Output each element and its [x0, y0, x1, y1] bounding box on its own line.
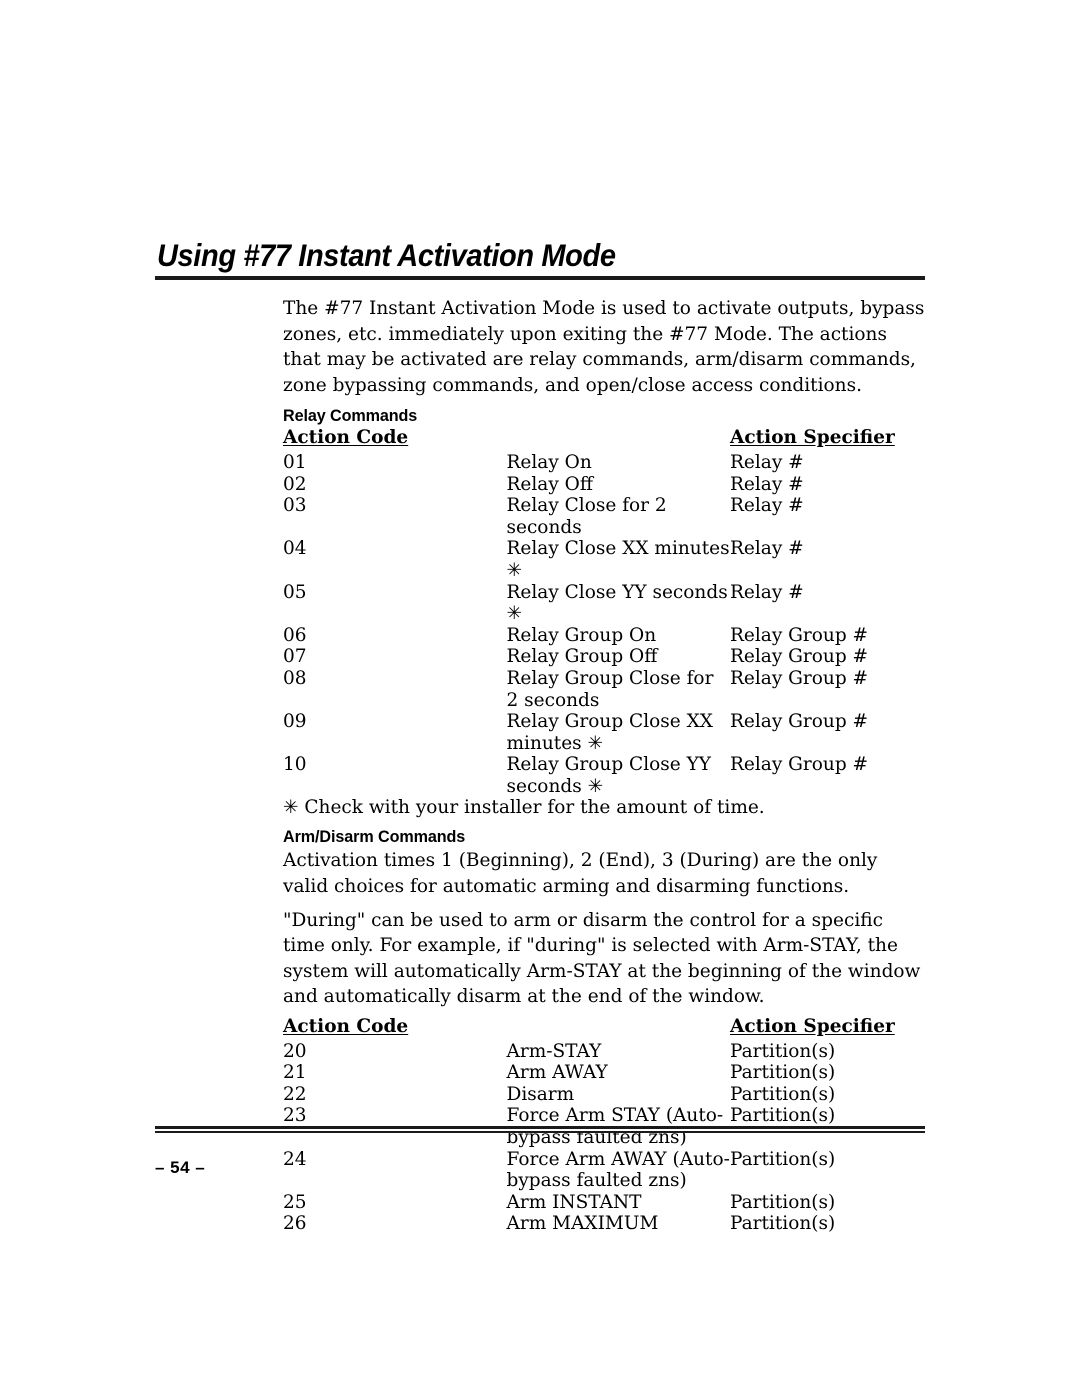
- cell-action-code: 02: [283, 473, 307, 495]
- arm-disarm-paragraph-1: Activation times 1 (Beginning), 2 (End),…: [283, 850, 878, 898]
- cell-action-code: 20: [283, 1040, 307, 1062]
- footer-divider-thin: [155, 1131, 925, 1133]
- column-header-action-specifier: Action Specifier: [730, 1016, 895, 1038]
- section-heading-arm-disarm-commands: Arm/Disarm Commands: [283, 827, 466, 847]
- cell-description: Relay Close XX minutes ✳: [506, 538, 730, 581]
- cell-action-specifier: Relay #: [730, 495, 804, 517]
- section-heading-relay-commands: Relay Commands: [283, 406, 418, 426]
- column-header-action-code: Action Code: [283, 427, 409, 449]
- table-row: 20 Arm-STAY Partition(s): [283, 1041, 928, 1063]
- cell-action-specifier: Partition(s): [730, 1213, 836, 1235]
- title-block: Using #77 Instant Activation Mode: [155, 237, 925, 281]
- title-divider: [155, 276, 925, 281]
- table-header-row: Action Code Action Specifier: [283, 427, 928, 452]
- table-row: 04 Relay Close XX minutes ✳ Relay #: [283, 538, 928, 581]
- table-row: 05 Relay Close YY seconds ✳ Relay #: [283, 582, 928, 625]
- cell-action-specifier: Partition(s): [730, 1191, 836, 1213]
- page-footer: – 54 –: [155, 1126, 925, 1178]
- cell-description: Relay Close for 2 seconds: [506, 495, 667, 538]
- cell-description: Relay Group Close for 2 seconds: [506, 667, 714, 711]
- cell-action-code: 03: [283, 495, 307, 517]
- cell-description: Relay Group Close YY seconds ✳: [506, 754, 712, 797]
- intro-paragraph: The #77 Instant Activation Mode is used …: [283, 298, 925, 396]
- cell-description: Relay Close YY seconds ✳: [506, 581, 728, 625]
- content-column: The #77 Instant Activation Mode is used …: [283, 296, 928, 1235]
- cell-description: Relay Group Close XX minutes ✳: [506, 711, 713, 754]
- table-row: 03 Relay Close for 2 seconds Relay #: [283, 495, 928, 538]
- document-page: Using #77 Instant Activation Mode The #7…: [0, 0, 1080, 1397]
- cell-action-code: 01: [283, 451, 307, 473]
- cell-action-code: 09: [283, 711, 307, 733]
- cell-action-specifier: Partition(s): [730, 1083, 836, 1105]
- table-row: 06 Relay Group On Relay Group #: [283, 625, 928, 647]
- page-number: – 54 –: [155, 1157, 206, 1177]
- table-row: 09 Relay Group Close XX minutes ✳ Relay …: [283, 711, 928, 754]
- cell-action-code: 10: [283, 754, 307, 776]
- relay-commands-table: Action Code Action Specifier 01 Relay On…: [283, 427, 928, 797]
- table-header-row: Action Code Action Specifier: [283, 1016, 928, 1041]
- cell-description: Relay Group On: [506, 624, 657, 646]
- cell-action-specifier: Relay Group #: [730, 754, 869, 776]
- table-row: 25 Arm INSTANT Partition(s): [283, 1192, 928, 1214]
- column-header-action-specifier: Action Specifier: [730, 427, 895, 449]
- cell-action-specifier: Relay #: [730, 538, 804, 560]
- table-row: 02 Relay Off Relay #: [283, 474, 928, 496]
- table-row: 10 Relay Group Close YY seconds ✳ Relay …: [283, 754, 928, 797]
- cell-description: Relay Group Off: [506, 646, 658, 668]
- table-row: 22 Disarm Partition(s): [283, 1084, 928, 1106]
- table-row: 08 Relay Group Close for 2 seconds Relay…: [283, 668, 928, 711]
- cell-description: Relay Off: [506, 473, 593, 495]
- cell-action-code: 06: [283, 624, 307, 646]
- relay-commands-body: 01 Relay On Relay # 02 Relay Off Relay #…: [283, 452, 928, 798]
- cell-action-code: 26: [283, 1213, 307, 1235]
- page-title: Using #77 Instant Activation Mode: [157, 237, 616, 273]
- cell-action-code: 07: [283, 646, 307, 668]
- table-row: 26 Arm MAXIMUM Partition(s): [283, 1213, 928, 1235]
- cell-action-specifier: Partition(s): [730, 1062, 836, 1084]
- cell-action-specifier: Relay #: [730, 581, 804, 603]
- cell-description: Arm INSTANT: [506, 1191, 642, 1213]
- arm-disarm-paragraph-2: "During" can be used to arm or disarm th…: [283, 909, 921, 1008]
- column-header-action-code: Action Code: [283, 1016, 409, 1038]
- cell-action-specifier: Relay Group #: [730, 711, 869, 733]
- cell-description: Arm-STAY: [506, 1040, 602, 1062]
- cell-action-code: 08: [283, 667, 307, 689]
- cell-action-specifier: Relay #: [730, 451, 804, 473]
- cell-description: Disarm: [506, 1083, 575, 1105]
- cell-description: Arm AWAY: [506, 1062, 608, 1084]
- cell-action-code: 04: [283, 538, 307, 560]
- cell-action-specifier: Relay Group #: [730, 646, 869, 668]
- cell-action-specifier: Relay #: [730, 473, 804, 495]
- cell-action-code: 21: [283, 1062, 307, 1084]
- table-row: 21 Arm AWAY Partition(s): [283, 1062, 928, 1084]
- cell-action-specifier: Relay Group #: [730, 624, 869, 646]
- table-row: 01 Relay On Relay #: [283, 452, 928, 474]
- cell-description: Arm MAXIMUM: [506, 1213, 659, 1235]
- cell-description: Relay On: [506, 451, 592, 473]
- cell-action-code: 05: [283, 581, 307, 603]
- cell-action-specifier: Relay Group #: [730, 667, 869, 689]
- cell-action-code: 22: [283, 1083, 307, 1105]
- relay-footnote: ✳ Check with your installer for the amou…: [283, 797, 765, 819]
- cell-action-code: 25: [283, 1191, 307, 1213]
- cell-action-specifier: Partition(s): [730, 1040, 836, 1062]
- table-row: 07 Relay Group Off Relay Group #: [283, 646, 928, 668]
